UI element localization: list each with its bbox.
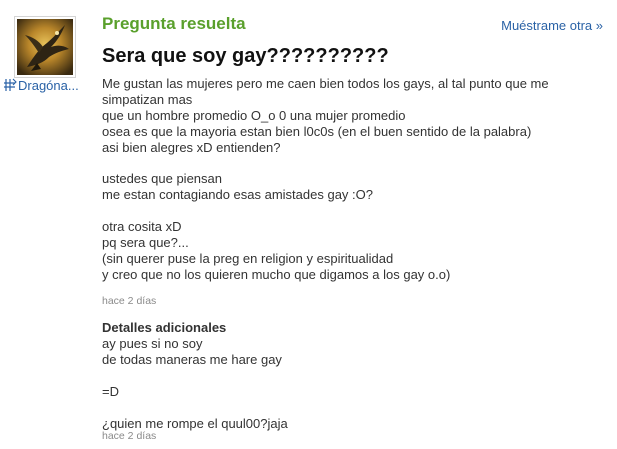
dragon-avatar-icon (17, 19, 73, 75)
details-timestamp: hace 2 días (102, 430, 157, 442)
details-line: ay pues si no soy (102, 336, 203, 351)
question-timestamp: hace 2 días (102, 295, 157, 307)
body-line: otra cosita xD (102, 219, 182, 235)
avatar[interactable] (14, 16, 76, 78)
asker-name-link[interactable]: Dragóna... (4, 78, 79, 95)
asker-name: Dragóna... (18, 78, 79, 93)
details-line (102, 368, 602, 384)
question-page: Dragóna... Pregunta resuelta Muéstrame o… (0, 0, 617, 449)
question-title: Sera que soy gay?????????? (102, 45, 389, 67)
details-line: de todas maneras me hare gay (102, 352, 282, 368)
level-badge-icon (4, 78, 17, 95)
body-line: Me gustan las mujeres pero me caen bien … (102, 76, 549, 91)
details-line: ¿quien me rompe el quul00?jaja (102, 416, 288, 432)
show-another-link[interactable]: Muéstrame otra » (501, 18, 603, 33)
details-line (102, 401, 602, 417)
body-line: me estan contagiando esas amistades gay … (102, 187, 373, 203)
body-line: y creo que no los quieren mucho que diga… (102, 266, 451, 282)
details-line: =D (102, 384, 119, 400)
body-line: pq sera que?... (102, 235, 189, 251)
body-line (102, 156, 602, 172)
body-line: ustedes que piensan (102, 171, 222, 187)
details-body: ay pues si no soy de todas maneras me ha… (102, 336, 602, 433)
body-line (102, 203, 602, 219)
body-line: simpatizan mas (102, 91, 193, 107)
body-line: que un hombre promedio O_o 0 una mujer p… (102, 107, 406, 123)
body-line: asi bien alegres xD entienden? (102, 139, 281, 155)
question-body: Me gustan las mujeres pero me caen bien … (102, 76, 602, 283)
body-line: (sin querer puse la preg en religion y e… (102, 250, 394, 266)
body-line: osea es que la mayoria estan bien l0c0s … (102, 123, 532, 139)
details-title: Detalles adicionales (102, 320, 227, 335)
question-status: Pregunta resuelta (102, 14, 246, 33)
